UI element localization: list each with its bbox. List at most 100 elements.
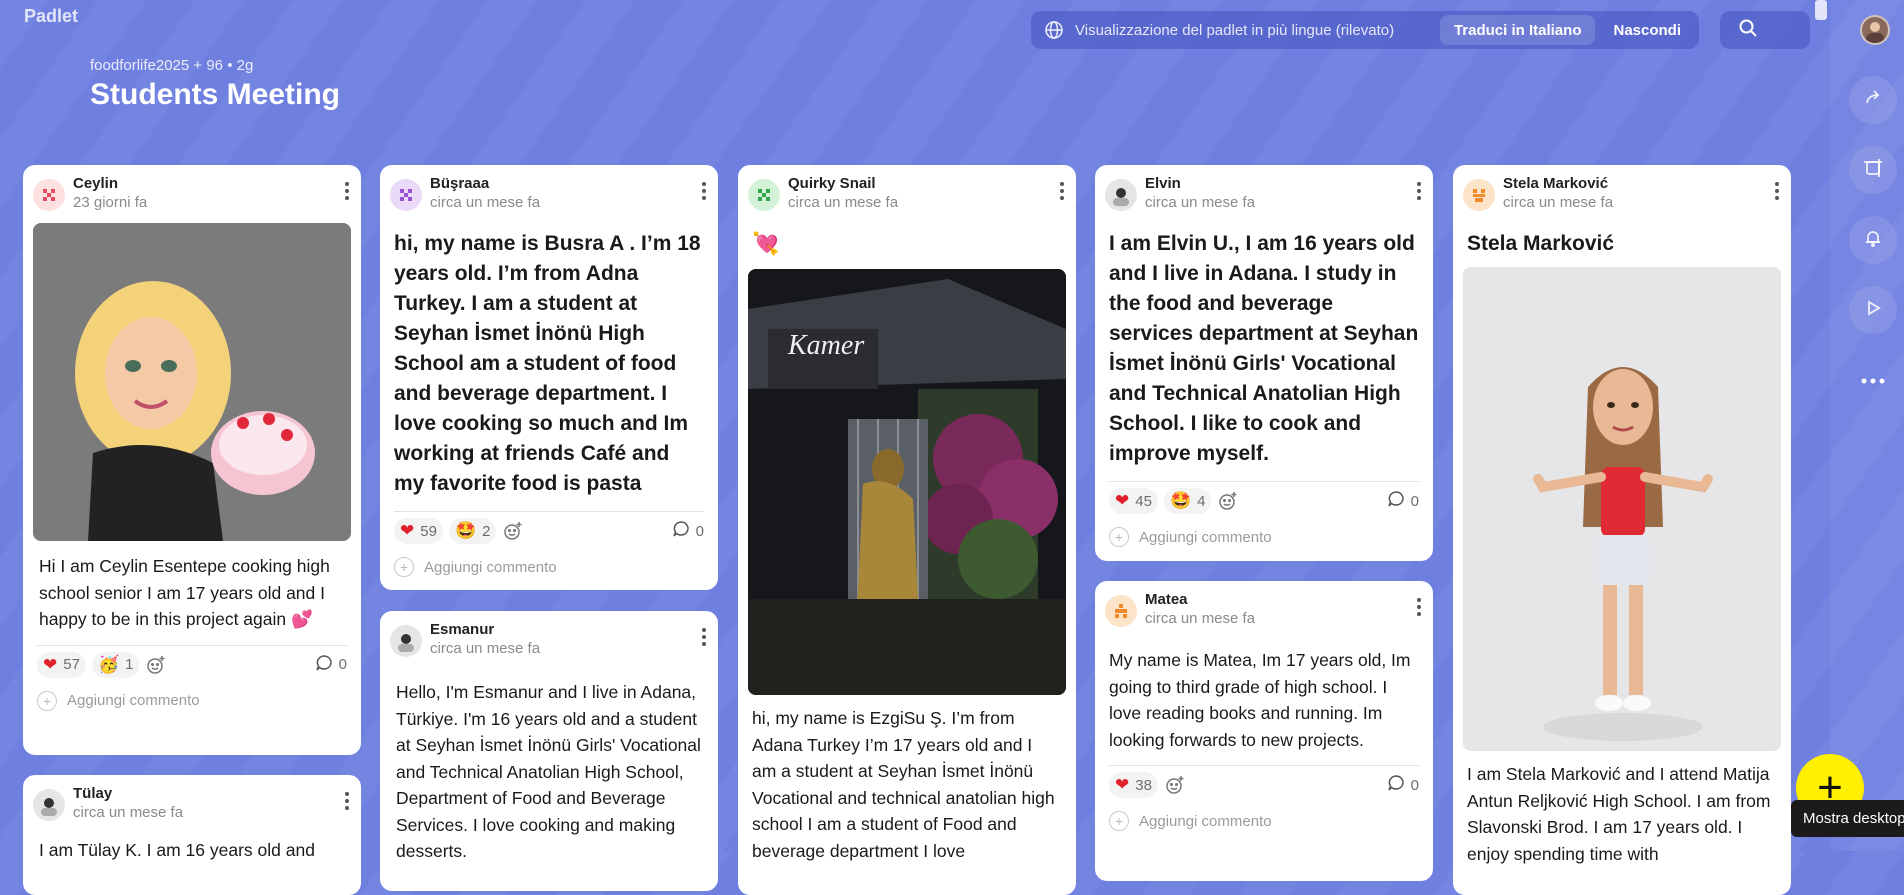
post-card-quirky-snail[interactable]: Quirky Snail circa un mese fa 💘 Kamer hi… [738,165,1076,895]
author-avatar [748,179,780,211]
more-icon [1861,371,1885,389]
share-icon [1863,88,1883,113]
reactions-row: ❤ 45 🤩 4 0 [1095,482,1433,520]
post-image[interactable]: Kamer [748,269,1066,695]
post-author[interactable]: Ceylin [73,175,118,192]
comment-count-value: 0 [1410,492,1419,510]
post-menu-button[interactable] [696,179,712,203]
hide-translation-button[interactable]: Nascondi [1599,15,1695,45]
add-comment-label: Aggiungi commento [1139,528,1272,546]
comment-count-value: 0 [338,656,347,673]
reaction-count: 2 [482,522,491,540]
reactions-row: ❤ 57 🥳 1 0 [23,646,361,684]
search-button[interactable] [1720,11,1810,49]
post-body: My name is Matea, Im 17 years old, Im go… [1109,650,1411,750]
post-body: I am Stela Marković and I attend Matija … [1467,764,1771,864]
add-comment-button[interactable]: + Aggiungi commento [1095,804,1433,838]
star-eyes-reaction[interactable]: 🤩 4 [1163,488,1212,514]
board-meta: foodforlife2025 + 96 • 2g [90,57,254,74]
post-body: hi, my name is EzgiSu Ş. I’m from Adana … [752,708,1055,861]
post-time: circa un mese fa [430,640,541,657]
add-comment-button[interactable]: + Aggiungi commento [1095,520,1433,554]
heart-reaction[interactable]: ❤ 45 [1109,488,1158,514]
post-image[interactable] [33,223,351,541]
author-avatar [390,179,422,211]
add-reaction-icon[interactable] [1164,774,1186,796]
reaction-count: 1 [125,656,134,673]
post-card-busraaa[interactable]: Büşraaa circa un mese fa hi, my name is … [380,165,718,590]
comment-count[interactable]: 0 [1387,774,1419,796]
heart-reaction[interactable]: ❤ 57 [37,651,86,678]
party-reaction[interactable]: 🥳 1 [91,651,140,678]
remake-button[interactable] [1849,146,1897,194]
heart-reaction[interactable]: ❤ 59 [394,518,443,544]
post-menu-button[interactable] [1411,595,1427,619]
post-author[interactable]: Esmanur [430,621,494,638]
user-avatar[interactable] [1860,15,1890,45]
slideshow-button[interactable] [1849,286,1897,334]
comment-count[interactable]: 0 [315,654,347,676]
post-author[interactable]: Büşraaa [430,175,489,192]
post-body: I am Tülay K. I am 16 years old and [39,840,315,860]
post-author[interactable]: Matea [1145,591,1188,608]
author-avatar [390,625,422,657]
add-reaction-icon[interactable] [145,654,167,676]
add-reaction-icon[interactable] [502,520,524,542]
add-comment-label: Aggiungi commento [424,558,557,576]
play-icon [1863,298,1883,323]
more-options-button[interactable] [1849,356,1897,404]
heart-count: 45 [1135,492,1152,510]
heart-count: 57 [63,656,80,673]
globe-icon [1042,18,1066,42]
post-card-tulay[interactable]: Tülay circa un mese fa I am Tülay K. I a… [23,775,361,895]
post-card-ceylin[interactable]: Ceylin 23 giorni fa Hi I am Ceylin Esent… [23,165,361,755]
post-time: circa un mese fa [1145,194,1256,211]
comment-icon [315,654,333,676]
board-title: Students Meeting [90,78,341,111]
post-menu-button[interactable] [1411,179,1427,203]
post-title: Stela Marković [1467,232,1615,255]
star-eyes-icon: 🤩 [1169,491,1192,510]
post-menu-button[interactable] [1054,179,1070,203]
post-author[interactable]: Elvin [1145,175,1181,192]
post-time: circa un mese fa [73,804,184,821]
post-author[interactable]: Stela Marković [1503,175,1608,192]
post-menu-button[interactable] [1769,179,1785,203]
author-avatar [33,789,65,821]
notifications-button[interactable] [1849,216,1897,264]
post-card-stela[interactable]: Stela Marković circa un mese fa Stela Ma… [1453,165,1791,895]
post-card-matea[interactable]: Matea circa un mese fa My name is Matea,… [1095,581,1433,881]
scrollbar-thumb[interactable] [1815,0,1827,20]
post-title: hi, my name is Busra A . I’m 18 years ol… [394,232,701,495]
side-rail [1830,0,1904,851]
add-comment-button[interactable]: + Aggiungi commento [380,550,718,584]
plus-icon: + [1109,811,1129,831]
padlet-logo[interactable]: Padlet [24,6,78,27]
post-time: circa un mese fa [1503,194,1614,211]
comment-count[interactable]: 0 [672,520,704,542]
heart-icon: ❤ [1115,491,1130,510]
heart-reaction[interactable]: ❤ 38 [1109,772,1158,798]
tooltip: Mostra desktop [1791,800,1904,837]
post-author[interactable]: Tülay [73,785,112,802]
post-author[interactable]: Quirky Snail [788,175,876,192]
add-reaction-icon[interactable] [1217,490,1239,512]
post-menu-button[interactable] [339,179,355,203]
post-menu-button[interactable] [696,625,712,649]
translate-button[interactable]: Traduci in Italiano [1439,15,1596,45]
post-time: circa un mese fa [430,194,541,211]
post-menu-button[interactable] [339,789,355,813]
author-avatar [33,179,65,211]
star-eyes-reaction[interactable]: 🤩 2 [448,518,497,544]
add-comment-button[interactable]: + Aggiungi commento [23,684,361,718]
comment-count-value: 0 [1410,776,1419,794]
author-avatar [1105,595,1137,627]
post-card-esmanur[interactable]: Esmanur circa un mese fa Hello, I'm Esma… [380,611,718,891]
author-avatar [1105,179,1137,211]
share-button[interactable] [1849,76,1897,124]
post-image[interactable] [1463,267,1781,751]
post-card-elvin[interactable]: Elvin circa un mese fa I am Elvin U., I … [1095,165,1433,561]
heart-icon: ❤ [400,521,415,540]
comment-count[interactable]: 0 [1387,490,1419,512]
bell-icon [1863,228,1883,253]
